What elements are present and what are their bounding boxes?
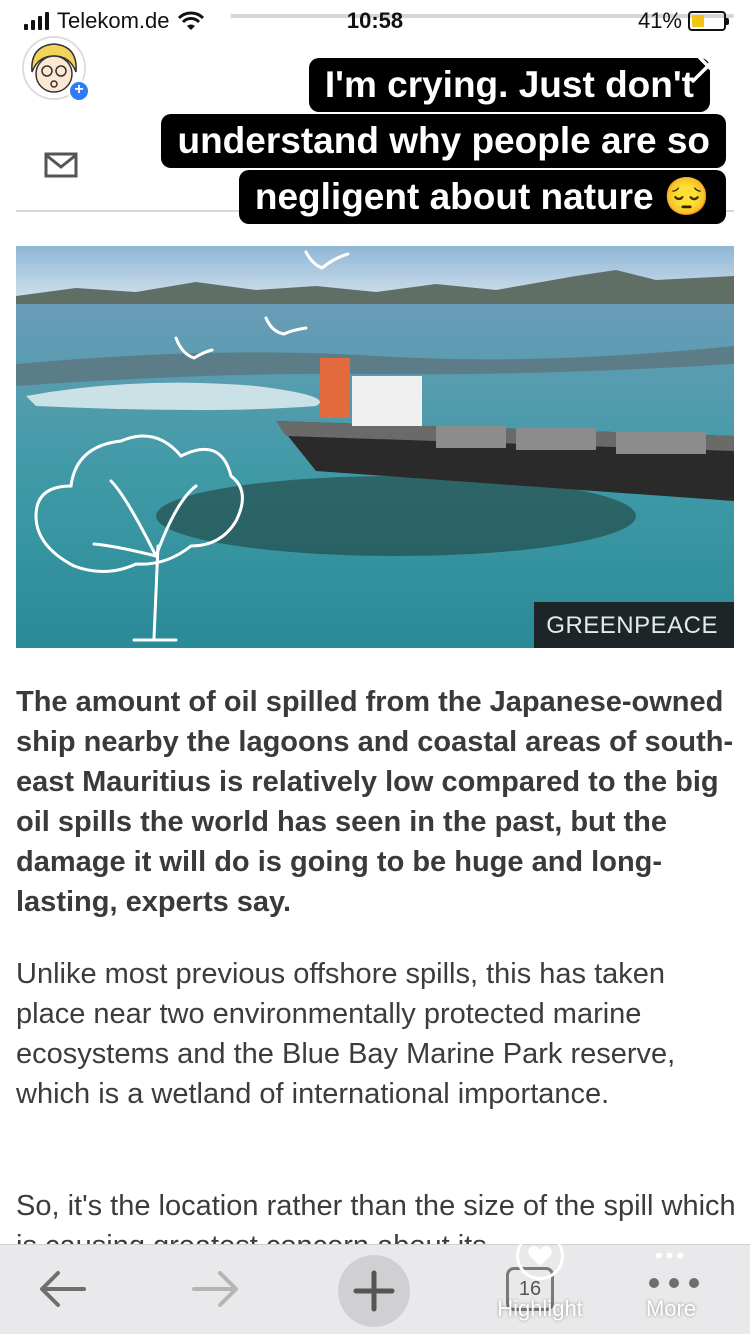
forward-icon[interactable] (190, 1267, 242, 1311)
more-dots-icon: ••• (654, 1243, 688, 1268)
back-icon[interactable] (36, 1267, 88, 1311)
article-photo[interactable]: GREENPEACE (16, 246, 734, 648)
status-bar: Telekom.de 10:58 41% (0, 0, 750, 40)
battery-icon (688, 11, 729, 31)
article-paragraph: Unlike most previous offshore spills, th… (16, 958, 676, 1110)
caption-line-2: understand why people are so (161, 114, 726, 168)
heart-icon (516, 1232, 564, 1280)
story-username[interactable]: Your Story (114, 54, 255, 86)
article-lead: The amount of oil spilled from the Japan… (16, 686, 734, 918)
mail-icon[interactable] (44, 152, 78, 178)
plus-icon (353, 1270, 395, 1312)
caption-line-3: negligent about nature 😔 (238, 170, 726, 224)
highlight-button[interactable]: Highlight (490, 1232, 590, 1330)
add-story-icon[interactable]: + (68, 80, 90, 102)
battery-percent: 41% (637, 8, 682, 33)
highlight-label: Highlight (497, 1296, 583, 1321)
article-paragraph-2: So, it's the location rather than the si… (16, 1190, 736, 1252)
more-button[interactable]: ••• More (636, 1243, 706, 1322)
status-right: 41% (637, 8, 729, 34)
oil-spill-photo (16, 246, 734, 648)
caption-line-1: I'm crying. Just don't (308, 58, 710, 112)
photo-credit: GREENPEACE (534, 602, 734, 648)
story-timestamp: 37s (272, 56, 311, 83)
close-icon[interactable] (690, 48, 726, 84)
more-label: More (645, 1296, 697, 1321)
new-tab-button[interactable] (338, 1255, 410, 1327)
